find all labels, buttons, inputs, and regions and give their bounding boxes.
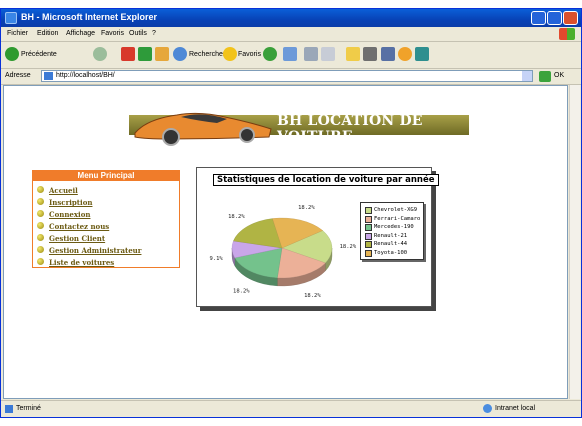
minimize-button[interactable]	[531, 11, 546, 25]
status-text: Terminé	[16, 405, 41, 412]
page-done-icon	[5, 405, 13, 413]
research-icon[interactable]	[363, 47, 377, 61]
pie-slice-label-1: 18.2%	[304, 293, 321, 299]
menu-help[interactable]: ?	[152, 30, 156, 37]
menu-link-inscription[interactable]: Inscription	[49, 198, 92, 207]
refresh-icon[interactable]	[138, 47, 152, 61]
messenger-icon[interactable]	[381, 47, 395, 61]
address-bar: Adresse http://localhost/BH/ OK	[1, 69, 581, 85]
address-url: http://localhost/BH/	[56, 72, 115, 79]
menu-outils[interactable]: Outils	[129, 30, 147, 37]
legend-swatch	[365, 207, 372, 214]
media-icon[interactable]	[398, 47, 412, 61]
menu-bar: Fichier Edition Affichage Favoris Outils…	[1, 27, 581, 42]
menu-link-connexion[interactable]: Connexion	[49, 210, 90, 219]
legend-swatch	[365, 232, 372, 240]
bullet-icon	[37, 186, 44, 193]
address-dropdown-icon[interactable]	[522, 71, 532, 81]
bullet-icon	[37, 246, 44, 253]
menu-item-contact: Contactez nous	[37, 221, 179, 233]
rental-stats-chart: 18.2% 18.2% 18.2% 9.1% 18.2% 18.2% Statistiqu…	[196, 167, 439, 307]
windows-logo-icon	[559, 28, 575, 40]
page-content: BH LOCATION DE VOITURE Menu Principal Ac…	[3, 85, 568, 399]
menu-link-liste-voitures[interactable]: Liste de voitures	[49, 258, 114, 267]
site-banner: BH LOCATION DE VOITURE	[129, 109, 469, 149]
menu-link-gestion-client[interactable]: Gestion Client	[49, 234, 105, 243]
menu-link-gestion-admin[interactable]: Gestion Administrateur	[49, 246, 141, 255]
chart-title: Statistiques de location de voiture par …	[213, 174, 439, 186]
menu-item-liste-voitures: Liste de voitures	[37, 257, 179, 269]
vertical-scrollbar[interactable]	[569, 85, 580, 399]
legend-label: Renault-21	[374, 232, 408, 239]
address-label: Adresse	[5, 72, 31, 79]
back-arrow-icon[interactable]	[5, 47, 19, 61]
menu-title: Menu Principal	[33, 171, 179, 181]
legend-label: Chevrolet-XG9	[374, 207, 418, 213]
home-icon[interactable]	[155, 47, 169, 61]
ie-icon	[5, 12, 17, 24]
forward-arrow-icon[interactable]	[93, 47, 107, 61]
bullet-icon	[37, 210, 44, 217]
folder-icon[interactable]	[346, 47, 360, 61]
chart-legend: Chevrolet-XG9 Ferrari-Camaro Mercedes-190 R…	[360, 202, 424, 260]
browser-window: BH - Microsoft Internet Explorer Fichier…	[0, 8, 582, 418]
search-icon[interactable]	[173, 47, 187, 61]
address-input[interactable]: http://localhost/BH/	[41, 70, 533, 82]
favorites-button-label[interactable]: Favoris	[238, 51, 261, 67]
menu-favoris[interactable]: Favoris	[101, 30, 124, 37]
menu-fichier[interactable]: Fichier	[7, 30, 28, 37]
bullet-icon	[37, 198, 44, 205]
menu-item-gestion-client: Gestion Client	[37, 233, 179, 245]
toolbar: Précédente Rechercher Favoris	[1, 42, 581, 69]
menu-edition[interactable]: Edition	[37, 30, 58, 37]
legend-swatch	[365, 249, 372, 257]
users-icon[interactable]	[415, 47, 429, 61]
menu-affichage[interactable]: Affichage	[66, 30, 95, 37]
mail-icon[interactable]	[283, 47, 297, 61]
close-button[interactable]	[563, 11, 578, 25]
menu-item-accueil: Accueil	[37, 185, 179, 197]
bullet-icon	[37, 234, 44, 241]
bullet-icon	[37, 222, 44, 229]
favorites-star-icon[interactable]	[223, 47, 237, 61]
legend-label: Renault-44	[374, 241, 408, 247]
legend-swatch	[365, 224, 372, 231]
pie-slice-label-4: 18.2%	[228, 214, 245, 220]
menu-link-contact[interactable]: Contactez nous	[49, 222, 109, 231]
edit-icon[interactable]	[321, 47, 335, 61]
pie-slice-label-3: 9.1%	[209, 256, 223, 262]
bullet-icon	[37, 258, 44, 265]
go-button-label[interactable]: OK	[554, 72, 564, 79]
car-image	[134, 112, 272, 146]
zone-text: Intranet local	[495, 405, 536, 412]
page-icon	[44, 72, 53, 80]
stop-icon[interactable]	[121, 47, 135, 61]
print-icon[interactable]	[304, 47, 318, 61]
intranet-globe-icon	[483, 404, 492, 413]
menu-item-inscription: Inscription	[37, 197, 179, 209]
go-arrow-icon[interactable]	[539, 71, 551, 82]
banner-title: BH LOCATION DE VOITURE	[277, 113, 423, 145]
status-bar: Terminé Intranet local	[1, 400, 581, 418]
menu-link-accueil[interactable]: Accueil	[49, 186, 78, 195]
back-button-label[interactable]: Précédente	[21, 51, 57, 67]
history-icon[interactable]	[263, 47, 277, 61]
menu-item-gestion-admin: Gestion Administrateur	[37, 245, 179, 257]
menu-list: Accueil Inscription Connexion Contactez …	[33, 181, 179, 269]
legend-label: Mercedes-190	[374, 224, 414, 230]
window-title: BH - Microsoft Internet Explorer	[21, 12, 158, 22]
search-button-label[interactable]: Rechercher	[189, 51, 225, 67]
legend-swatch	[365, 215, 372, 223]
pie-slice-label-2: 18.2%	[233, 289, 250, 295]
pie-slice-label-0: 18.2%	[340, 244, 357, 250]
title-bar: BH - Microsoft Internet Explorer	[1, 9, 581, 27]
legend-swatch	[365, 241, 372, 248]
legend-label: Ferrari-Camaro	[374, 215, 421, 222]
maximize-button[interactable]	[547, 11, 562, 25]
menu-item-connexion: Connexion	[37, 209, 179, 221]
legend-label: Toyota-100	[374, 249, 408, 256]
main-menu: Menu Principal Accueil Inscription Conne…	[32, 170, 180, 268]
pie-slice-label-5: 18.2%	[298, 205, 315, 211]
